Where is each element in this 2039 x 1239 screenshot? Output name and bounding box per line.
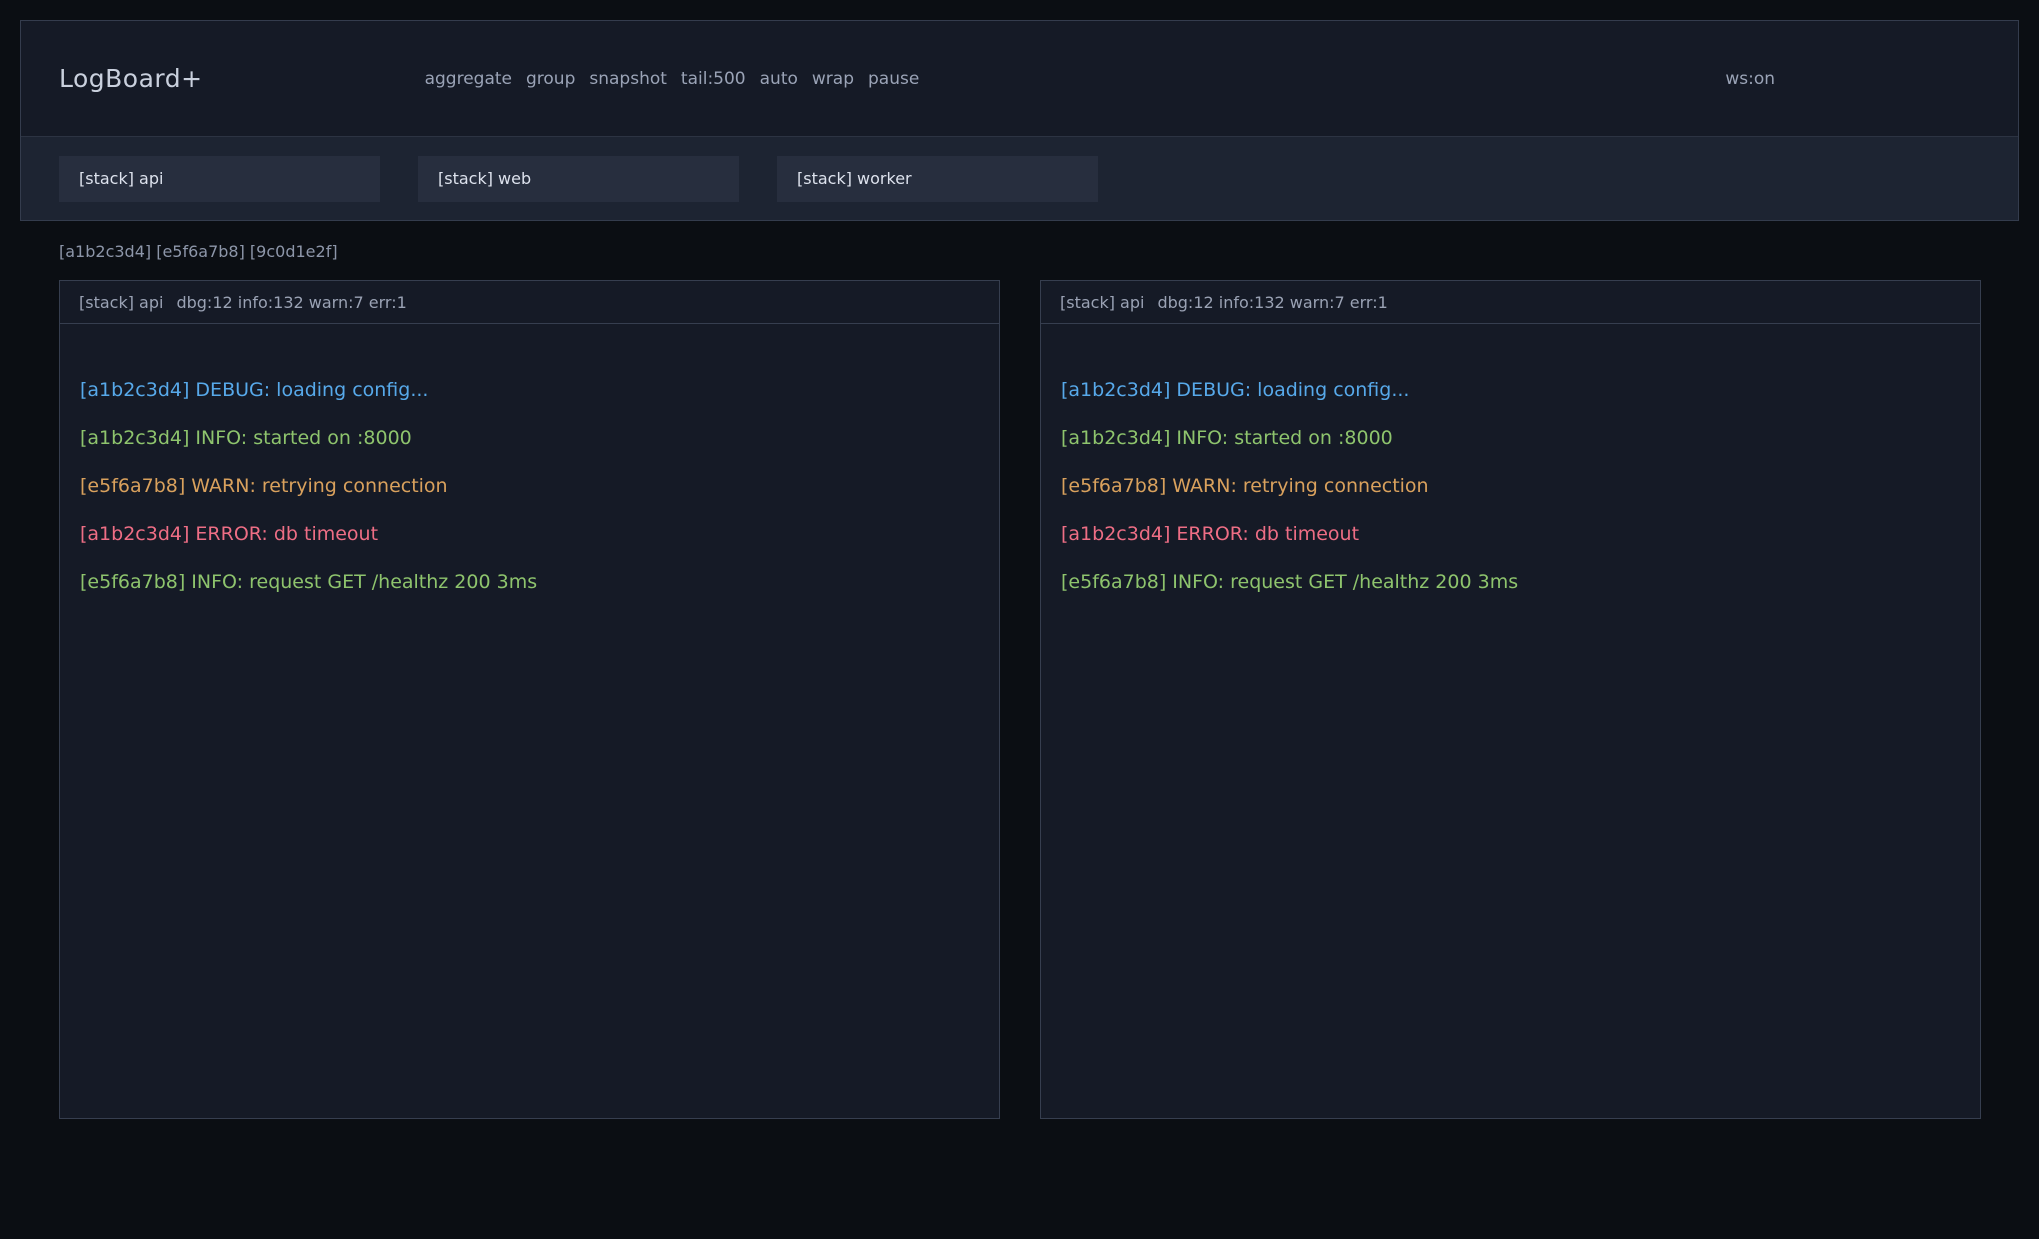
nav-item-group[interactable]: group (526, 69, 575, 89)
panel-counters: dbg:12 info:132 warn:7 err:1 (176, 293, 406, 312)
log-panel-left: [stack] api dbg:12 info:132 warn:7 err:1… (59, 280, 1000, 1119)
tab-stack-web[interactable]: [stack] web (418, 156, 739, 202)
log-panels: [stack] api dbg:12 info:132 warn:7 err:1… (59, 280, 1981, 1119)
tab-stack-api[interactable]: [stack] api (59, 156, 380, 202)
main-nav: aggregate group snapshot tail:500 auto w… (425, 69, 920, 89)
trace-id-breadcrumb: [a1b2c3d4] [e5f6a7b8] [9c0d1e2f] (59, 242, 338, 261)
ws-status-toggle[interactable]: ws:on (1725, 69, 1775, 89)
stack-tab-row: [stack] api [stack] web [stack] worker (21, 137, 2018, 220)
log-line: [a1b2c3d4] DEBUG: loading config... (80, 380, 979, 400)
nav-item-wrap[interactable]: wrap (812, 69, 854, 89)
log-line: [a1b2c3d4] DEBUG: loading config... (1061, 380, 1960, 400)
app-title: LogBoard+ (59, 64, 203, 93)
title-bar: LogBoard+ aggregate group snapshot tail:… (21, 21, 2018, 137)
nav-item-aggregate[interactable]: aggregate (425, 69, 512, 89)
log-line: [e5f6a7b8] INFO: request GET /healthz 20… (80, 572, 979, 592)
log-line: [e5f6a7b8] WARN: retrying connection (1061, 476, 1960, 496)
log-line: [a1b2c3d4] ERROR: db timeout (1061, 524, 1960, 544)
tab-stack-worker[interactable]: [stack] worker (777, 156, 1098, 202)
panel-source-label: [stack] api (79, 293, 163, 312)
log-line: [a1b2c3d4] ERROR: db timeout (80, 524, 979, 544)
log-scroll-area[interactable]: [a1b2c3d4] DEBUG: loading config... [a1b… (60, 324, 999, 1118)
nav-item-pause[interactable]: pause (868, 69, 919, 89)
panel-header: [stack] api dbg:12 info:132 warn:7 err:1 (60, 281, 999, 324)
log-line: [e5f6a7b8] WARN: retrying connection (80, 476, 979, 496)
log-line: [e5f6a7b8] INFO: request GET /healthz 20… (1061, 572, 1960, 592)
log-panel-right: [stack] api dbg:12 info:132 warn:7 err:1… (1040, 280, 1981, 1119)
log-scroll-area[interactable]: [a1b2c3d4] DEBUG: loading config... [a1b… (1041, 324, 1980, 1118)
nav-item-snapshot[interactable]: snapshot (589, 69, 667, 89)
log-line: [a1b2c3d4] INFO: started on :8000 (80, 428, 979, 448)
log-line: [a1b2c3d4] INFO: started on :8000 (1061, 428, 1960, 448)
header: LogBoard+ aggregate group snapshot tail:… (20, 20, 2019, 221)
panel-counters: dbg:12 info:132 warn:7 err:1 (1157, 293, 1387, 312)
nav-item-auto[interactable]: auto (760, 69, 798, 89)
panel-source-label: [stack] api (1060, 293, 1144, 312)
panel-header: [stack] api dbg:12 info:132 warn:7 err:1 (1041, 281, 1980, 324)
nav-item-tail[interactable]: tail:500 (681, 69, 746, 89)
